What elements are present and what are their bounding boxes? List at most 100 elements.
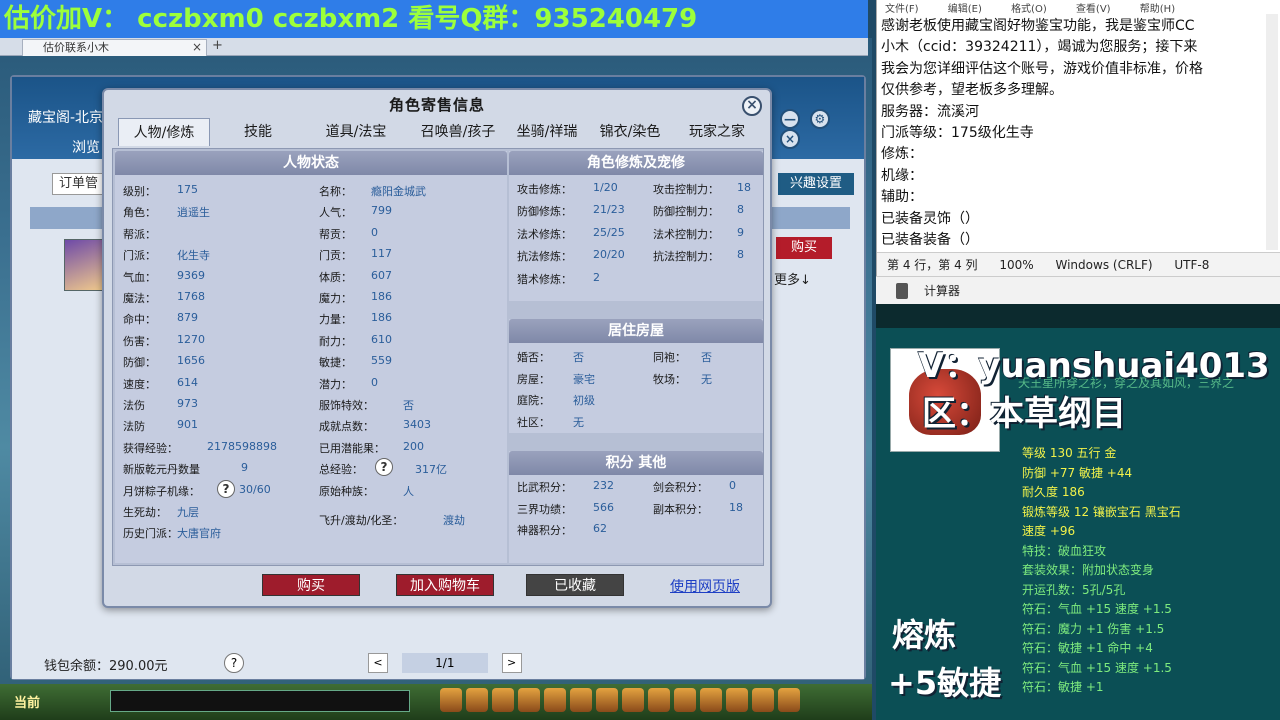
prev-page-button[interactable]: < [368,653,388,673]
stat-row: 防御控制力： 8 [653,203,857,219]
stat-row: 历史门派： 大唐官府 [123,525,297,541]
stat-value: 否 [573,351,584,364]
stat-label: 比武积分： [517,481,572,494]
stat-value: 62 [593,522,607,536]
taskbar-icon[interactable] [726,688,748,712]
browser-tab[interactable]: 估价联系小木 × [22,39,207,56]
more-button[interactable]: 更多↓ [774,269,811,288]
cursor-position: 第 4 行，第 4 列 [887,258,978,272]
add-to-cart-button[interactable]: 加入购物车 [396,574,494,596]
tab-mounts[interactable]: 坐骑/祥瑞 [502,118,592,146]
menu-view[interactable]: 查看(V) [1076,4,1111,15]
taskbar-icon[interactable] [674,688,696,712]
taskbar-icon[interactable] [778,688,800,712]
channel-current[interactable]: 当前 [14,692,40,711]
notepad-text-area[interactable]: 感谢老板使用藏宝阁好物鉴宝功能，我是鉴宝师CC 小木（ccid：39324211… [881,16,1265,251]
tab-outfits[interactable]: 锦衣/染色 [590,118,670,146]
tab-pets[interactable]: 召唤兽/孩子 [408,118,508,146]
stat-row: 同袍： 否 [653,349,821,365]
text-line: 仅供参考，望老板多多理解。 [881,82,1063,99]
zone-overlay: 区：本草纲目 [922,394,1126,434]
menu-file[interactable]: 文件(F) [885,4,919,15]
stat-value: 否 [701,351,712,364]
menu-help[interactable]: 帮助(H) [1140,4,1175,15]
stat-line: 速度 +96 [1022,524,1076,538]
close-icon[interactable]: × [780,129,800,149]
window-title: 藏宝阁-北京 [28,110,104,126]
taskbar-icon[interactable] [596,688,618,712]
stat-row: 敏捷： 559 [319,354,491,370]
game-taskbar: 当前 [0,684,872,720]
taskbar-icon[interactable] [466,688,488,712]
help-icon[interactable]: ? [224,653,244,673]
tab-character[interactable]: 人物/修炼 [118,118,210,146]
tab-items[interactable]: 道具/法宝 [306,118,406,146]
taskbar-icons [440,688,804,715]
smelt-overlay: 熔炼 [892,616,957,654]
calculator-taskbar-item[interactable]: 计算器 [876,276,1280,304]
stat-line: 符石：气血 +15 速度 +1.5 [1022,660,1172,675]
stat-row: 生死劫： 九层 [123,504,297,520]
avatar[interactable] [64,239,104,291]
taskbar-icon[interactable] [622,688,644,712]
help-icon[interactable]: ? [217,479,235,498]
taskbar-icon[interactable] [492,688,514,712]
gear-icon[interactable]: ⚙ [809,109,830,129]
tab-player-home[interactable]: 玩家之家 [676,118,758,146]
stat-label: 服饰特效： [319,399,374,412]
menu-format[interactable]: 格式(O) [1011,4,1047,15]
next-page-button[interactable]: > [501,653,522,673]
browse-tab[interactable]: 浏览 [72,137,100,157]
taskbar-icon[interactable] [570,688,592,712]
stat-row: 伤害： 1270 [123,333,297,349]
use-web-version-link[interactable]: 使用网页版 [670,576,740,596]
taskbar-icon[interactable] [648,688,670,712]
favorited-button[interactable]: 已收藏 [526,574,624,596]
add-tab-icon[interactable]: + [212,38,223,53]
stat-label: 法术修炼： [517,227,572,241]
stat-value: 8 [737,203,744,217]
stat-value: 232 [593,479,614,492]
stat-row: 飞升/渡劫/化圣： 渡劫 [319,512,491,528]
scrollbar[interactable] [1266,14,1278,250]
text-line: 修炼： [881,146,923,163]
stat-value: 瘾阳金城武 [371,185,426,198]
buy-button[interactable]: 购买 [262,574,360,596]
order-manage-button[interactable]: 订单管 [52,173,108,195]
stat-label: 名称： [319,185,352,198]
tab-skills[interactable]: 技能 [218,118,298,146]
stat-row: 潜力： 0 [319,376,491,392]
stat-value: 8 [737,248,744,262]
help-icon[interactable]: ? [375,458,393,477]
stat-value: 2178598898 [207,439,277,453]
stat-line: 开运孔数：5孔/5孔 [1022,582,1126,597]
taskbar-icon[interactable] [440,688,462,712]
agility-overlay: +5敏捷 [888,664,1002,702]
taskbar-icon[interactable] [518,688,540,712]
stat-value: 879 [177,311,198,325]
stat-label: 防御修炼： [517,205,572,219]
menu-edit[interactable]: 编辑(E) [948,4,982,15]
stat-value: 9369 [177,268,205,282]
close-icon[interactable]: × [742,96,762,116]
housing-panel: 居住房屋 婚否： 否房屋： 豪宅 庭院： 初级 社区： 无 同袍： 否牧场： 无 [509,319,763,433]
taskbar-icon[interactable] [752,688,774,712]
text-line: 门派等级：175级化生寺 [881,125,1034,142]
status-panel: 人物状态 级别： 175 角色： 逍遥生 帮派： 门派： 化生寺 气血： 9369 魔法： 1768… [115,151,507,563]
minimize-icon[interactable]: — [780,109,800,129]
stat-label: 攻击修炼： [517,183,572,196]
taskbar-icon[interactable] [544,688,566,712]
stat-label: 帮贡： [319,227,352,241]
close-icon[interactable]: × [192,40,202,55]
stat-label: 历史门派： [123,527,178,541]
chat-input[interactable] [110,690,410,712]
panel-strip [876,304,1280,328]
section-title: 人物状态 [115,151,507,175]
stat-value: 2 [593,270,600,284]
stat-label: 三界功绩： [517,502,572,516]
stat-label: 魔法： [123,292,156,305]
stat-row: 法术控制力： 9 [653,226,857,242]
stat-label: 攻击控制力： [653,183,719,196]
stat-row: 体质： 607 [319,269,491,285]
taskbar-icon[interactable] [700,688,722,712]
